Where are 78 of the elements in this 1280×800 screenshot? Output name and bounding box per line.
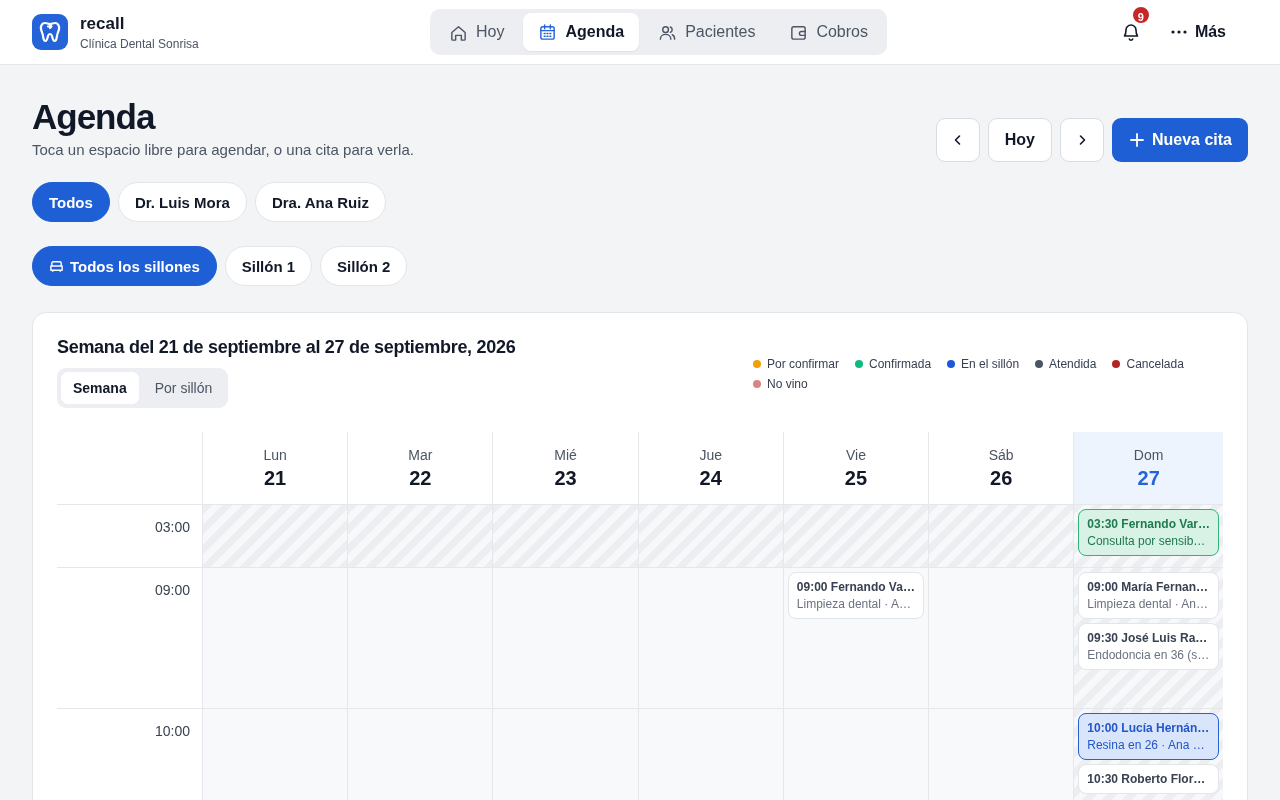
day-number: 26 xyxy=(990,466,1013,490)
time-slot[interactable]: 03:30 Fernando Var… Consulta por sensib… xyxy=(1073,505,1223,568)
weekday-label: Mié xyxy=(554,446,577,463)
appointment-detail: Limpieza dental · A… xyxy=(796,597,912,611)
time-slot[interactable]: 10:00 Lucía Hernán… Resina en 26 · Ana … 10:30 Roberto Flor… xyxy=(1073,709,1223,800)
nav-tab[interactable]: Agenda xyxy=(523,13,640,51)
weekday-label: Vie xyxy=(845,446,866,463)
chair-filter-chip[interactable]: Sillón 2 xyxy=(320,246,408,286)
view-toggle-tab[interactable]: Por sillón xyxy=(142,372,225,404)
chair-filter-chip[interactable]: Sillón 1 xyxy=(224,246,313,286)
nav-tab[interactable]: Pacientes xyxy=(643,13,771,51)
legend-label: No vino xyxy=(767,377,808,391)
weekday-label: Mar xyxy=(408,446,433,463)
appointment-title: 10:30 Roberto Flor… xyxy=(1087,772,1207,786)
next-button[interactable] xyxy=(1059,118,1104,162)
appointment-detail: Limpieza dental · An… xyxy=(1087,597,1209,611)
day-number: 23 xyxy=(554,466,577,490)
nav-tab[interactable]: Cobros xyxy=(774,13,883,51)
appointment-detail: Consulta por sensib… xyxy=(1087,534,1207,548)
legend-label: Cancelada xyxy=(1126,357,1184,371)
day-number: 22 xyxy=(409,466,432,490)
doctor-filter-chip[interactable]: Dr. Luis Mora xyxy=(117,182,247,222)
more-button[interactable]: Más xyxy=(1164,22,1232,42)
appointment-detail: Resina en 26 · Ana … xyxy=(1087,738,1206,752)
appointment-card[interactable]: 10:30 Roberto Flor… xyxy=(1078,764,1219,794)
time-slot[interactable] xyxy=(202,568,348,709)
weekday-label: Lun xyxy=(263,446,287,463)
day-number: 25 xyxy=(844,466,868,490)
day-number: 24 xyxy=(699,466,722,490)
page-title: Agenda xyxy=(32,97,157,137)
appointment-card[interactable]: 10:00 Lucía Hernán… Resina en 26 · Ana … xyxy=(1078,713,1219,760)
time-slot[interactable] xyxy=(492,505,638,568)
tooth-logo-icon xyxy=(32,14,68,50)
weekday-label: Dom xyxy=(1133,446,1164,463)
appointment-title: 03:30 Fernando Var… xyxy=(1087,517,1210,531)
legend-label: Atendida xyxy=(1049,357,1097,371)
time-slot[interactable]: 09:00 Fernando Va… Limpieza dental · A… xyxy=(782,568,929,709)
time-slot[interactable] xyxy=(347,505,493,568)
more-icon xyxy=(1170,30,1187,34)
appointment-detail: Endodoncia en 36 (s… xyxy=(1087,648,1210,662)
appointment-card[interactable]: 09:00 María Fernan… Limpieza dental · An… xyxy=(1078,572,1219,619)
appointment-title: 09:30 José Luis Ra… xyxy=(1087,631,1209,645)
week-title: Semana del 21 de septiembre al 27 de septiembre, 2026 xyxy=(57,337,516,358)
time-slot[interactable] xyxy=(637,505,783,568)
weekday-label: Sáb xyxy=(988,446,1014,463)
appointment-title: 09:00 Fernando Va… xyxy=(796,580,916,594)
weekday-label: Jue xyxy=(699,446,723,463)
time-label: 03:00 xyxy=(154,519,190,535)
time-slot[interactable] xyxy=(202,505,348,568)
appointment-card[interactable]: 03:30 Fernando Var… Consulta por sensib… xyxy=(1078,509,1219,556)
legend-label: Por confirmar xyxy=(767,357,840,371)
time-slot[interactable] xyxy=(928,505,1074,568)
doctor-filter-chip[interactable]: Dra. Ana Ruiz xyxy=(254,182,386,222)
brand-name: recall xyxy=(80,13,126,34)
doctor-filter-chip[interactable]: Todos xyxy=(32,182,110,222)
view-toggle-tab[interactable]: Semana xyxy=(61,372,139,404)
page-subtitle: Toca un espacio libre para agendar, o una cita para verla. xyxy=(32,141,414,158)
day-number: 27 xyxy=(1137,466,1160,490)
today-button[interactable]: Hoy xyxy=(987,118,1052,162)
legend-label: En el sillón xyxy=(961,357,1020,371)
time-label: 09:00 xyxy=(154,582,190,598)
plus-icon xyxy=(1129,133,1144,147)
new-appointment-button[interactable]: Nueva cita xyxy=(1111,118,1248,162)
time-slot[interactable]: 09:00 María Fernan… Limpieza dental · An… 09:30 José Luis Ra… Endodoncia en 36 (s… xyxy=(1073,568,1223,709)
appointment-title: 09:00 María Fernan… xyxy=(1087,580,1209,594)
legend-label: Confirmada xyxy=(869,357,932,371)
time-label: 10:00 xyxy=(154,723,190,739)
nav-tab[interactable]: Hoy xyxy=(434,13,520,51)
appointment-card[interactable]: 09:30 José Luis Ra… Endodoncia en 36 (s… xyxy=(1078,623,1219,670)
notification-badge: 9 xyxy=(1130,5,1151,25)
calendar-icon xyxy=(538,22,558,42)
day-number: 21 xyxy=(263,466,287,490)
appointment-card[interactable]: 09:00 Fernando Va… Limpieza dental · A… xyxy=(787,572,925,619)
clinic-name: Clínica Dental Sonrisa xyxy=(80,36,199,51)
chair-filter-chip[interactable]: Todos los sillones xyxy=(32,246,217,286)
time-slot[interactable] xyxy=(782,505,929,568)
appointment-title: 10:00 Lucía Hernán… xyxy=(1087,721,1210,735)
previous-button[interactable] xyxy=(935,118,980,162)
